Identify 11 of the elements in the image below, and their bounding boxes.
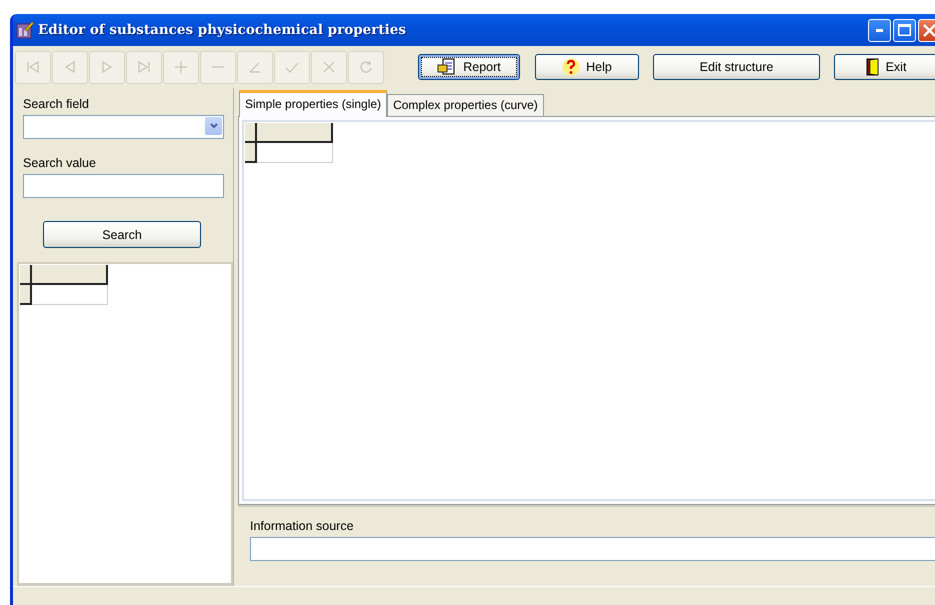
search-button[interactable]: Search [43, 221, 201, 248]
search-field-label: Search field [23, 96, 90, 112]
information-source-label: Information source [250, 518, 355, 534]
tab[interactable]: Simple properties (single) [239, 90, 388, 117]
toolbar-button[interactable]: Help [535, 54, 639, 80]
window-title: Editor of substances physicochemical properties [38, 22, 407, 38]
search-value-label: Search value [23, 155, 97, 171]
toolbar-button[interactable]: Edit structure [653, 54, 820, 80]
toolbar-button[interactable]: Report [418, 54, 520, 80]
toolbar-button[interactable]: Exit [834, 54, 935, 80]
tab[interactable]: Complex properties (curve) [387, 94, 544, 116]
